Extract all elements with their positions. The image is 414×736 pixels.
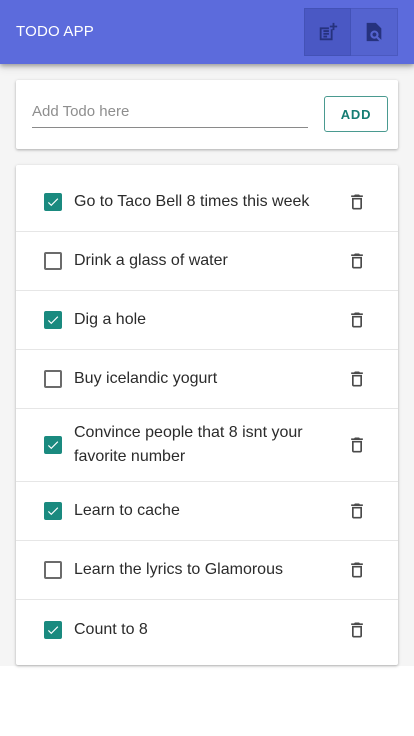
todo-item: Drink a glass of water (16, 232, 398, 291)
add-note-button[interactable] (304, 8, 351, 56)
trash-icon (351, 371, 363, 387)
todo-list: Go to Taco Bell 8 times this week Drink … (16, 173, 398, 659)
todo-checkbox[interactable] (44, 252, 62, 270)
add-todo-card: ADD (16, 80, 398, 149)
todo-checkbox[interactable] (44, 436, 62, 454)
add-todo-input[interactable] (32, 96, 308, 128)
check-icon (47, 316, 59, 325)
delete-button[interactable] (346, 559, 368, 581)
delete-button[interactable] (346, 309, 368, 331)
todo-checkbox[interactable] (44, 193, 62, 211)
todo-item: Dig a hole (16, 291, 398, 350)
todo-text: Go to Taco Bell 8 times this week (74, 193, 310, 210)
app-title: TODO APP (16, 23, 95, 40)
trash-icon (351, 194, 363, 210)
todo-text: Learn the lyrics to Glamorous (74, 561, 283, 578)
search-notes-button[interactable] (351, 8, 398, 56)
todo-text: Learn to cache (74, 502, 180, 519)
todo-item: Learn to cache (16, 482, 398, 541)
todo-checkbox[interactable] (44, 502, 62, 520)
trash-icon (351, 622, 363, 637)
todo-text: Dig a hole (74, 311, 147, 328)
delete-button[interactable] (346, 191, 368, 213)
todo-item: Learn the lyrics to Glamorous (16, 541, 398, 600)
todo-text: Count to 8 (74, 620, 148, 638)
todo-text: Convince people that 8 isnt your favorit… (74, 424, 303, 465)
todo-checkbox[interactable] (44, 311, 62, 329)
app-bar-actions (304, 8, 398, 56)
todo-list-card: Go to Taco Bell 8 times this week Drink … (16, 165, 398, 665)
todo-item: Buy icelandic yogurt (16, 350, 398, 409)
search-document-icon (366, 22, 382, 42)
delete-button[interactable] (346, 250, 368, 272)
check-icon (47, 198, 59, 207)
todo-checkbox[interactable] (44, 620, 62, 639)
trash-icon (351, 312, 363, 328)
delete-button[interactable] (346, 434, 368, 456)
app-bar: TODO APP (0, 0, 414, 64)
trash-icon (351, 503, 363, 519)
check-icon (47, 507, 59, 516)
delete-button[interactable] (346, 368, 368, 390)
todo-checkbox[interactable] (44, 370, 62, 388)
todo-text: Drink a glass of water (74, 252, 228, 269)
add-button[interactable]: ADD (324, 96, 388, 132)
check-icon (47, 625, 59, 634)
todo-checkbox[interactable] (44, 561, 62, 579)
trash-icon (351, 562, 363, 578)
todo-text: Buy icelandic yogurt (74, 370, 218, 387)
todo-item: Go to Taco Bell 8 times this week (16, 173, 398, 232)
delete-button[interactable] (346, 500, 368, 522)
trash-icon (351, 253, 363, 269)
trash-icon (351, 437, 363, 453)
note-add-icon (319, 22, 337, 41)
delete-button[interactable] (346, 619, 368, 641)
todo-item: Count to 8 (16, 600, 398, 659)
todo-item: Convince people that 8 isnt your favorit… (16, 409, 398, 482)
check-icon (47, 441, 59, 450)
